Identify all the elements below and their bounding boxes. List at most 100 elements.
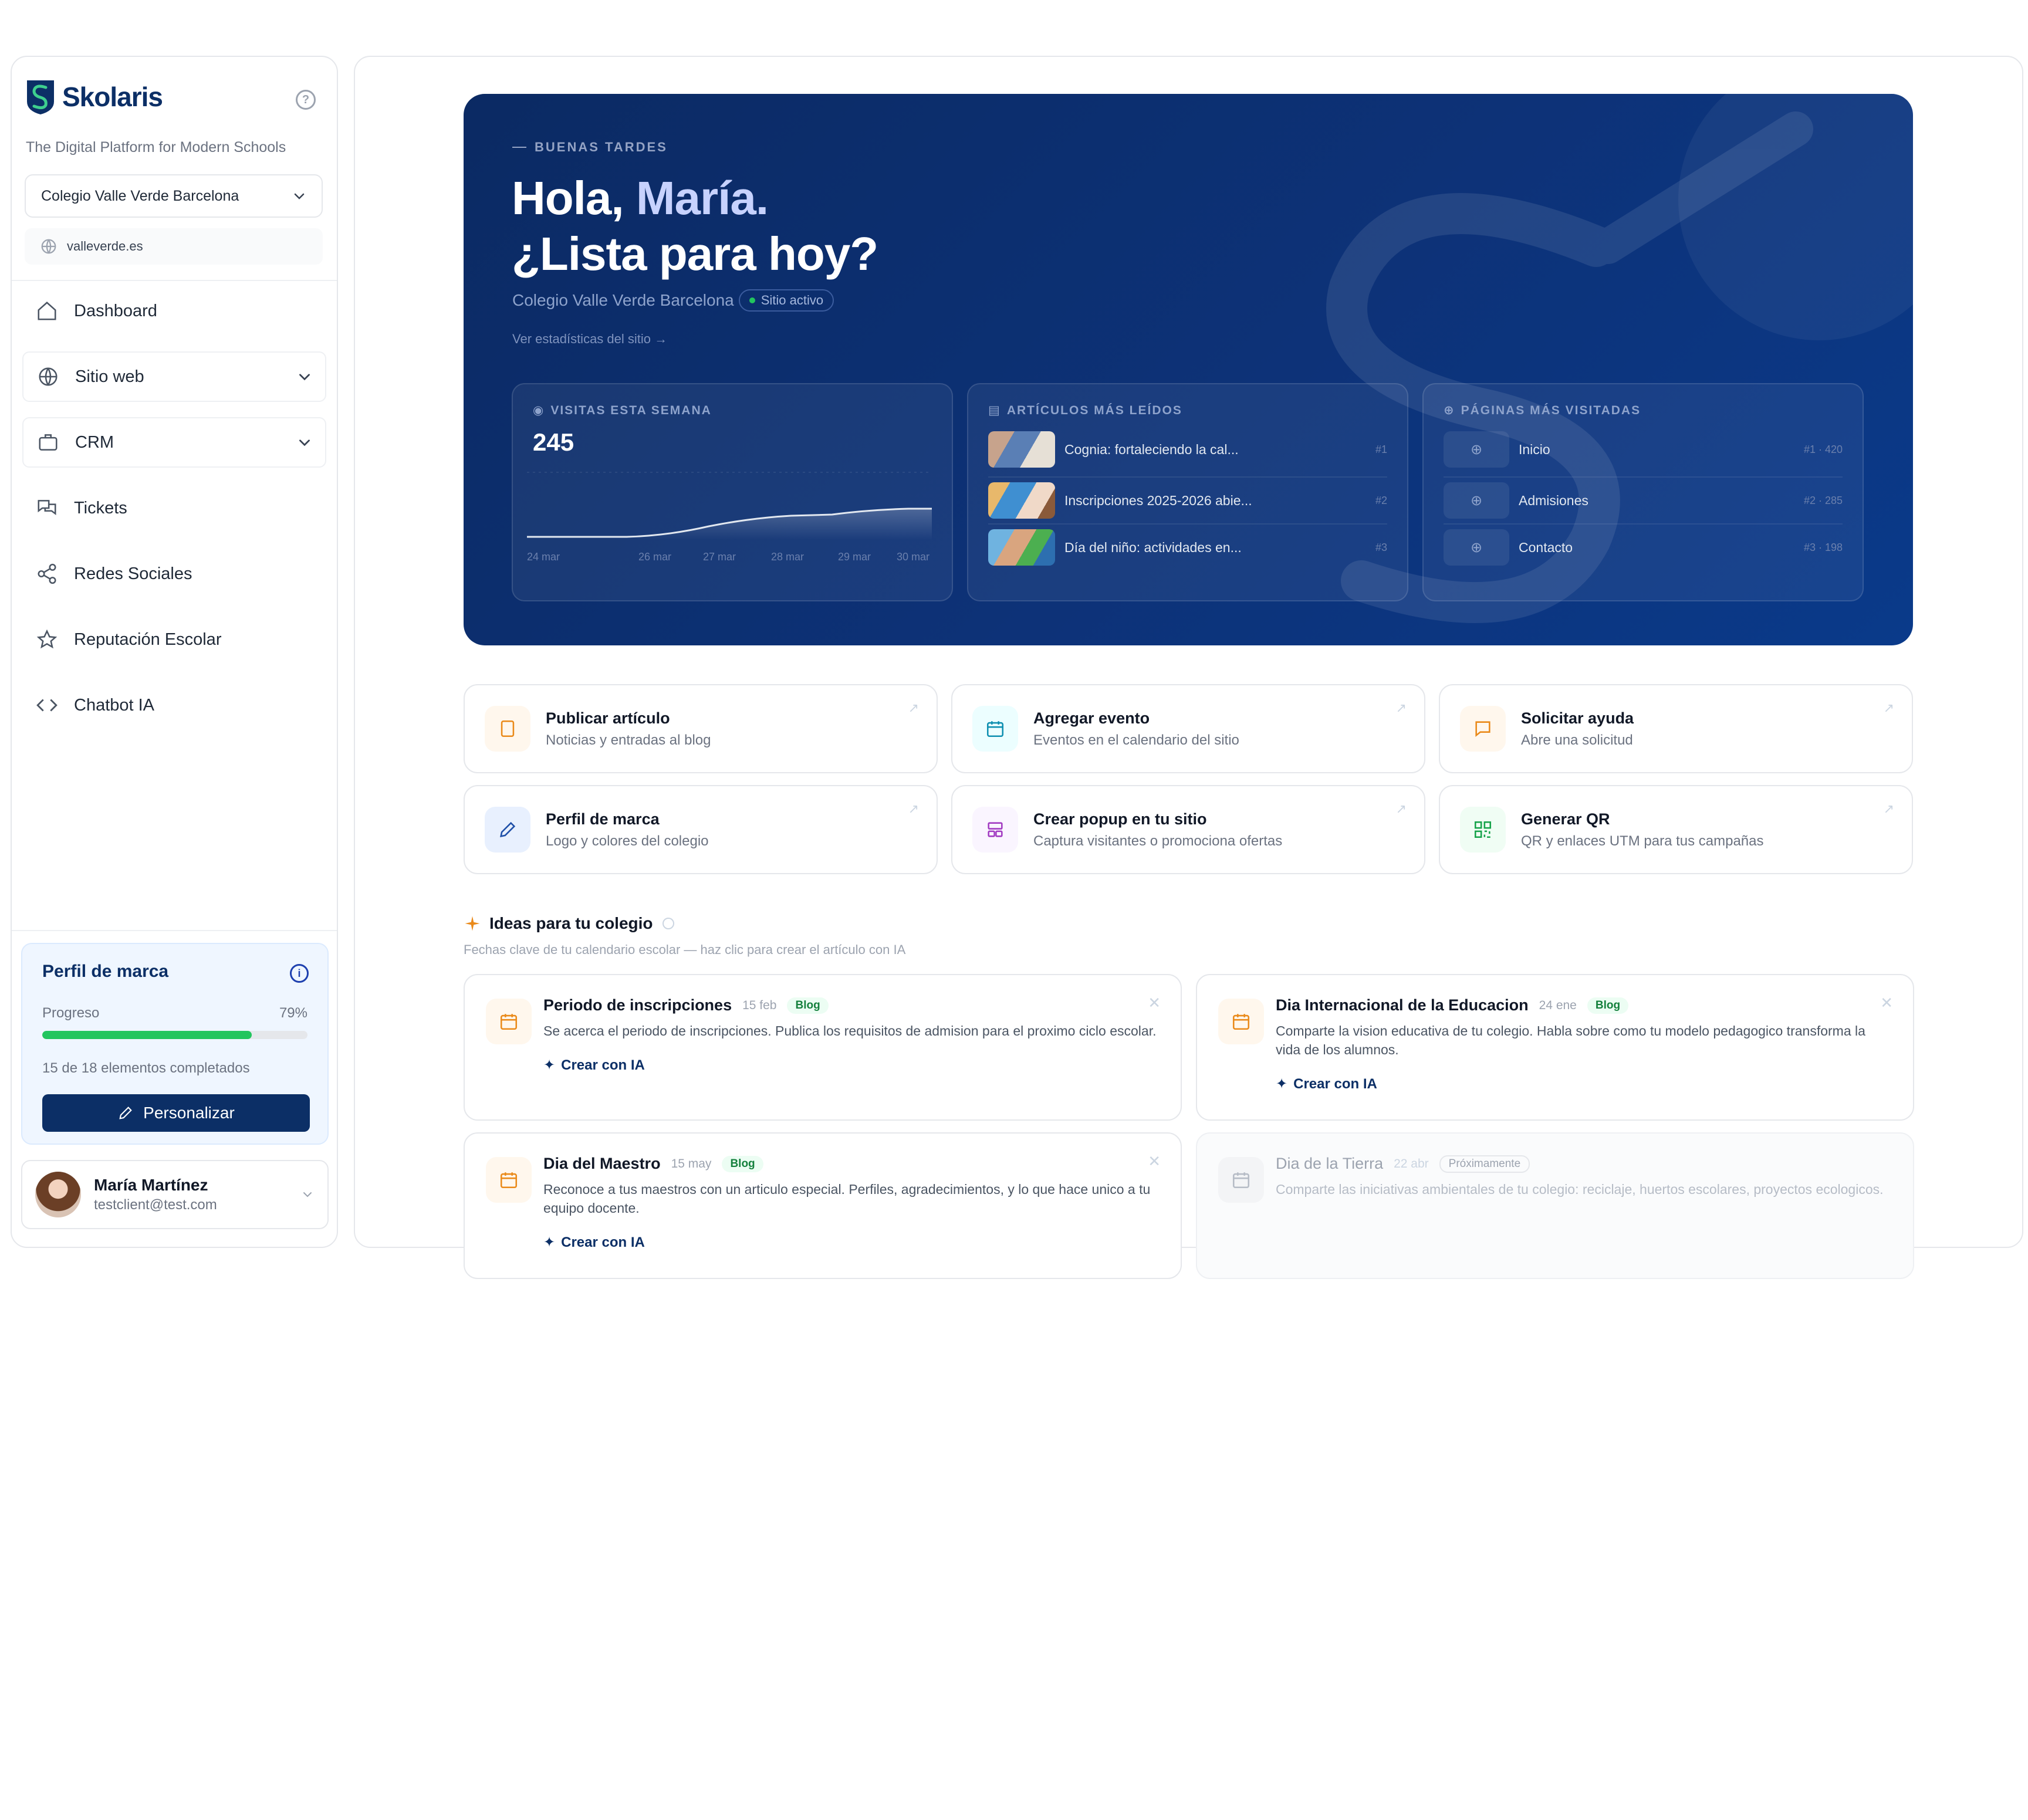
user-menu[interactable]: María Martínez testclient@test.com: [21, 1160, 329, 1229]
personalize-button[interactable]: Personalizar: [42, 1094, 310, 1132]
hero-school: Colegio Valle Verde Barcelona Sitio acti…: [512, 289, 834, 312]
create-with-ai-button[interactable]: ✦ Crear con IA: [1276, 1075, 1892, 1092]
page-row[interactable]: ⊕ Admisiones #2 · 285: [1444, 476, 1843, 519]
hero-school-name: Colegio Valle Verde Barcelona: [512, 291, 734, 309]
nav-label: Dashboard: [74, 301, 157, 320]
nav-item-sitio-web[interactable]: Sitio web: [22, 351, 326, 402]
article-thumbnail: [988, 529, 1055, 566]
action-add-event[interactable]: Agregar evento Eventos en el calendario d…: [951, 684, 1425, 773]
progress-percent: 79%: [279, 1005, 307, 1021]
action-title: Perfil de marca: [546, 810, 660, 828]
action-request-help[interactable]: Solicitar ayuda Abre una solicitud ↗: [1439, 684, 1913, 773]
skolaris-logo-icon: [27, 80, 54, 114]
nav-label: Redes Sociales: [74, 564, 192, 583]
globe-icon: ⊕: [1444, 431, 1509, 468]
progress-label: Progreso: [42, 1005, 100, 1021]
arrow-up-right-icon: ↗: [1883, 801, 1894, 816]
idea-date: 24 ene: [1539, 998, 1577, 1012]
idea-badge: Próximamente: [1439, 1155, 1530, 1173]
divider: [12, 930, 337, 931]
create-with-ai-button[interactable]: ✦ Crear con IA: [543, 1234, 1160, 1251]
article-rank: #1: [1375, 443, 1387, 455]
arrow-up-right-icon: ↗: [1395, 801, 1407, 816]
idea-desc: Comparte las iniciativas ambientales de …: [1276, 1182, 1884, 1197]
idea-title: Dia de la Tierra: [1276, 1155, 1384, 1172]
message-icon: [1460, 706, 1506, 752]
article-row[interactable]: Inscripciones 2025-2026 abie... #2: [988, 476, 1387, 519]
eye-icon: ◉: [533, 404, 545, 417]
action-create-popup[interactable]: Crear popup en tu sitio Captura visitante…: [951, 785, 1425, 874]
nav-label: Tickets: [74, 498, 127, 517]
calendar-icon: [1218, 1157, 1264, 1203]
avatar: [35, 1172, 81, 1217]
action-generate-qr[interactable]: Generar QR QR y enlaces UTM para tus camp…: [1439, 785, 1913, 874]
chevron-down-icon: [303, 1192, 312, 1197]
brand-logo[interactable]: Skolaris: [25, 78, 163, 116]
article-thumbnail: [988, 482, 1055, 519]
nav-item-tickets[interactable]: Tickets: [22, 483, 326, 533]
status-dot: [749, 297, 755, 303]
pen-icon: [119, 1107, 132, 1119]
hero-question: ¿Lista para hoy?: [512, 228, 878, 280]
nav-item-crm[interactable]: CRM: [22, 417, 326, 468]
globe-icon: ⊕: [1444, 529, 1509, 566]
close-icon[interactable]: ✕: [1148, 994, 1161, 1012]
tagline: The Digital Platform for Modern Schools: [26, 139, 286, 155]
nav-item-chatbot-ia[interactable]: Chatbot IA: [22, 680, 326, 730]
idea-card[interactable]: Dia del Maestro 15 may Blog Reconoce a tus…: [464, 1132, 1182, 1279]
idea-badge: Blog: [722, 1155, 763, 1172]
info-icon[interactable]: [661, 916, 675, 931]
help-icon[interactable]: ?: [296, 90, 316, 110]
article-title: Día del niño: actividades en...: [1064, 539, 1242, 555]
close-icon[interactable]: ✕: [1148, 1152, 1161, 1171]
article-row[interactable]: Día del niño: actividades en... #3: [988, 523, 1387, 566]
idea-badge: Blog: [1587, 997, 1629, 1014]
article-rank: #3: [1375, 541, 1387, 553]
visits-value: 245: [533, 428, 574, 456]
user-name: María Martínez: [94, 1176, 208, 1194]
nav-item-reputacion-escolar[interactable]: Reputación Escolar: [22, 614, 326, 665]
idea-card[interactable]: Dia Internacional de la Educacion 24 ene B…: [1196, 974, 1914, 1121]
brand-profile-title: Perfil de marca: [42, 962, 169, 981]
action-desc: QR y enlaces UTM para tus campañas: [1521, 833, 1764, 849]
school-selector[interactable]: Colegio Valle Verde Barcelona: [25, 174, 323, 218]
visits-chart: 24 mar 26 mar 27 mar 28 mar 29 mar 30 mar: [527, 472, 932, 563]
action-publish-article[interactable]: Publicar artículo Noticias y entradas al …: [464, 684, 938, 773]
visits-card-title: ◉ VISITAS ESTA SEMANA: [533, 403, 712, 418]
create-with-ai-button[interactable]: ✦ Crear con IA: [543, 1057, 1160, 1074]
close-icon[interactable]: ✕: [1880, 994, 1893, 1012]
nav-label: Reputación Escolar: [74, 630, 222, 649]
site-domain[interactable]: valleverde.es: [25, 228, 323, 265]
action-brand-profile[interactable]: Perfil de marca Logo y colores del colegi…: [464, 785, 938, 874]
layout-icon: [972, 807, 1018, 853]
site-stats-link[interactable]: Ver estadísticas del sitio →: [512, 331, 667, 347]
idea-title: Dia del Maestro: [543, 1155, 661, 1172]
nav-label: CRM: [75, 432, 114, 452]
page-row[interactable]: ⊕ Contacto #3 · 198: [1444, 523, 1843, 566]
page-title: Admisiones: [1519, 492, 1588, 508]
arrow-up-right-icon: ↗: [908, 801, 919, 816]
chevron-down-icon: [294, 193, 305, 199]
idea-title: Dia Internacional de la Educacion: [1276, 996, 1529, 1014]
info-icon[interactable]: i: [290, 964, 309, 983]
action-desc: Logo y colores del colegio: [546, 833, 709, 849]
nav-item-dashboard[interactable]: Dashboard: [22, 286, 326, 336]
sparkle-icon: [465, 916, 480, 931]
article-row[interactable]: Cognia: fortaleciendo la cal... #1: [988, 429, 1387, 469]
hero-greeting: Hola,: [512, 172, 624, 224]
action-desc: Noticias y entradas al blog: [546, 732, 711, 748]
idea-card[interactable]: Periodo de inscripciones 15 feb Blog Se ac…: [464, 974, 1182, 1121]
sparkle-icon: ✦: [1276, 1076, 1288, 1092]
action-title: Agregar evento: [1033, 709, 1150, 727]
briefcase-icon: [36, 431, 60, 454]
action-title: Crear popup en tu sitio: [1033, 810, 1207, 828]
globe-icon: ⊕: [1444, 482, 1509, 519]
school-selector-value: Colegio Valle Verde Barcelona: [41, 187, 239, 204]
document-icon: [485, 706, 530, 752]
top-pages-card: ⊕ PÁGINAS MÁS VISITADAS ⊕ Inicio #1 · 420…: [1422, 383, 1864, 601]
arrow-up-right-icon: ↗: [908, 701, 919, 715]
article-title: Cognia: fortaleciendo la cal...: [1064, 441, 1239, 457]
nav-item-redes-sociales[interactable]: Redes Sociales: [22, 549, 326, 599]
page-title: Contacto: [1519, 539, 1573, 555]
page-row[interactable]: ⊕ Inicio #1 · 420: [1444, 429, 1843, 469]
